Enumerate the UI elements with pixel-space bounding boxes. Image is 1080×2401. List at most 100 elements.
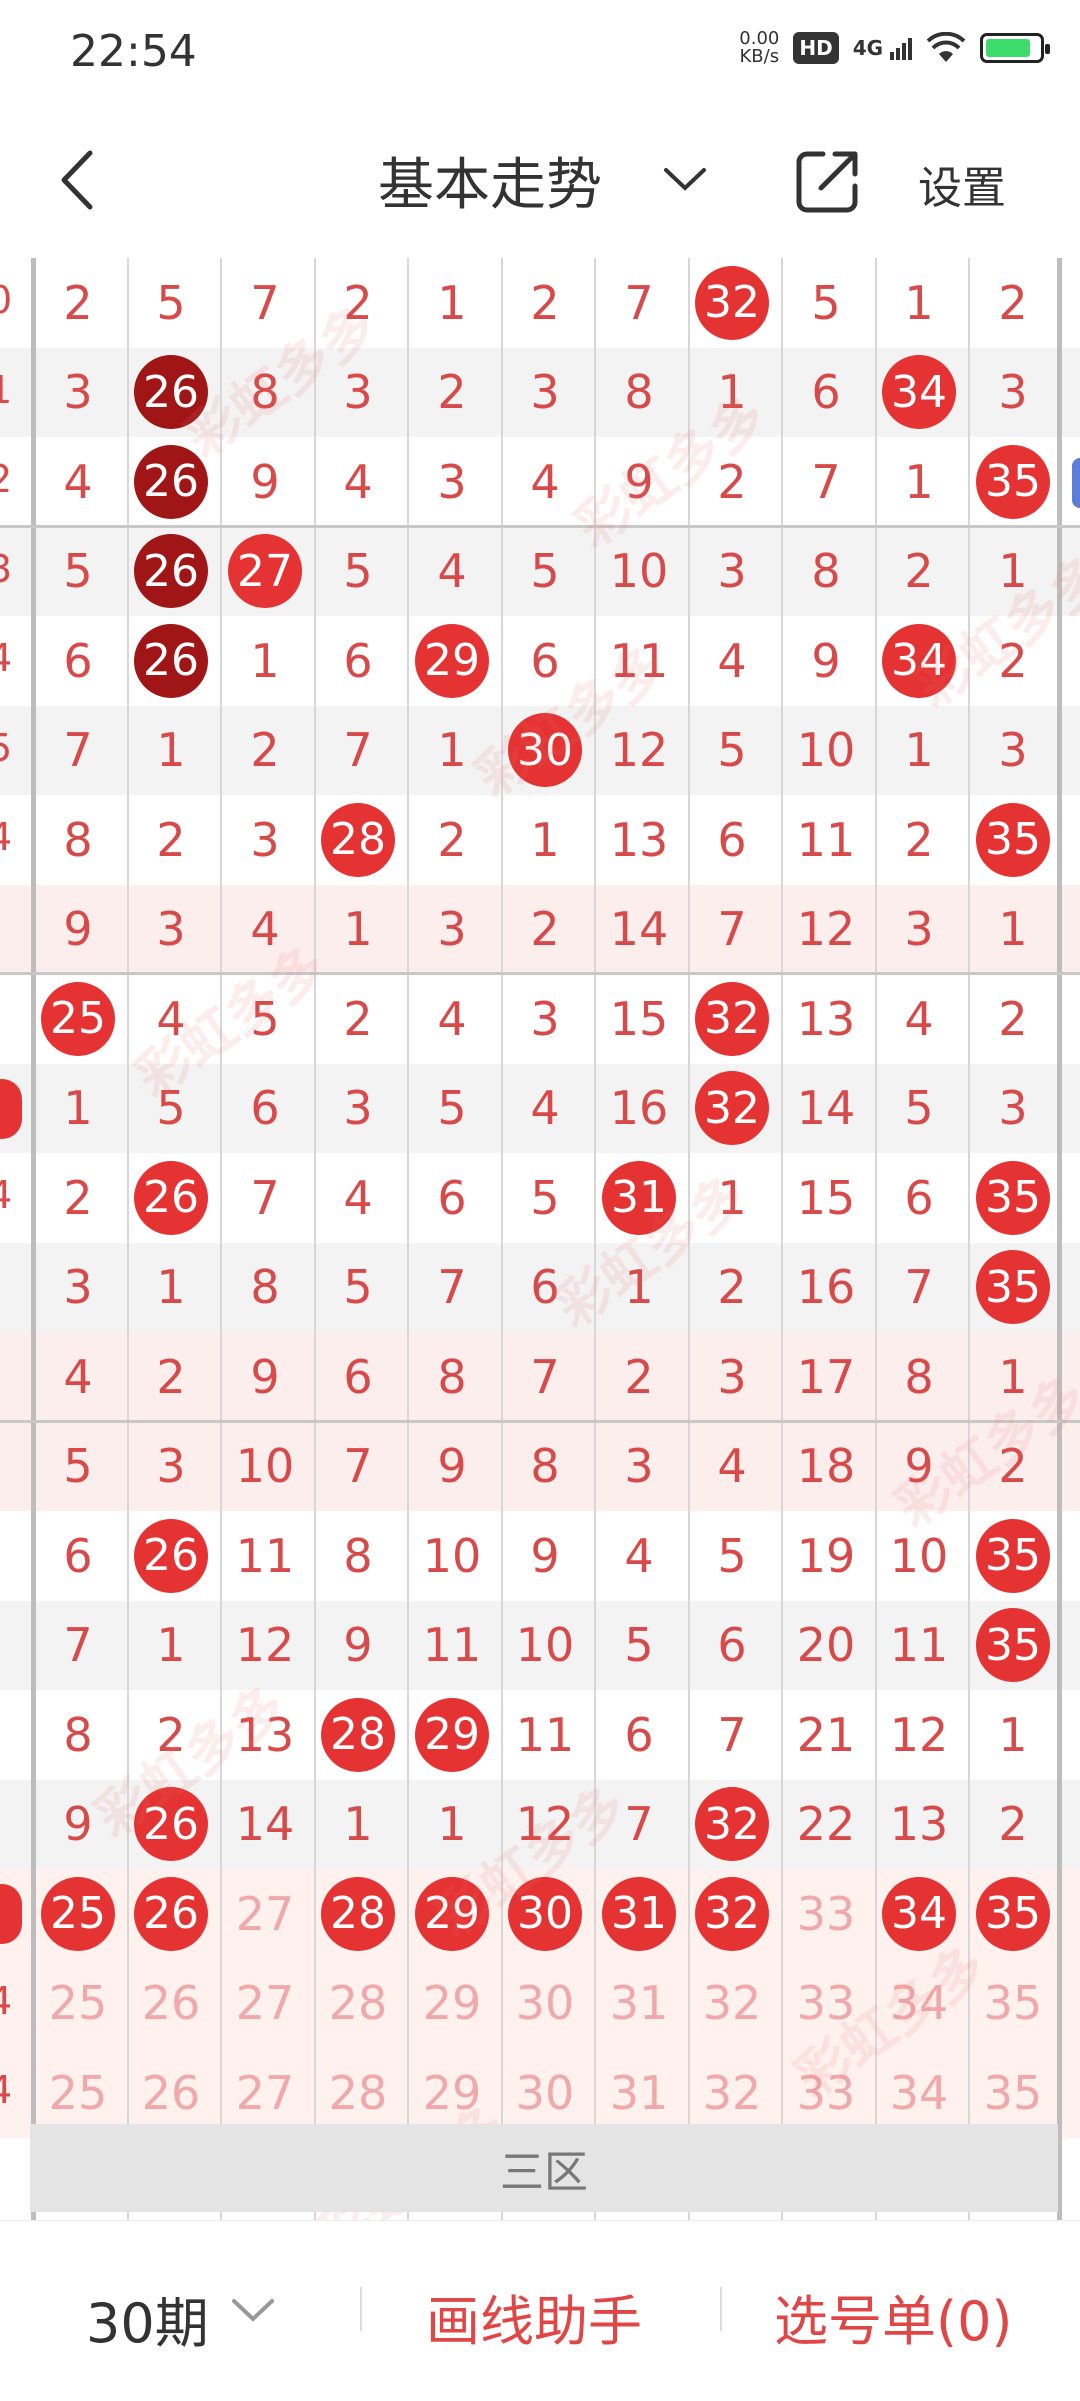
grid-cell[interactable]: 35	[967, 1601, 1059, 1691]
grid-cell[interactable]: 2	[125, 1690, 217, 1780]
grid-cell[interactable]: 35	[967, 1869, 1059, 1959]
grid-cell[interactable]: 8	[873, 1332, 965, 1422]
grid-cell[interactable]: 2	[406, 795, 498, 885]
grid-cell[interactable]: 6	[406, 1153, 498, 1243]
grid-cell[interactable]: 2	[686, 437, 778, 527]
grid-cell[interactable]: 7	[219, 258, 311, 348]
grid-cell[interactable]: 2	[32, 258, 124, 348]
grid-cell[interactable]: 8	[32, 795, 124, 885]
grid-cell[interactable]: 11	[780, 795, 872, 885]
grid-cell[interactable]: 25	[32, 1869, 124, 1959]
grid-cell[interactable]: 4	[686, 616, 778, 706]
grid-cell[interactable]: 4	[406, 527, 498, 617]
grid-cell[interactable]: 7	[32, 1601, 124, 1691]
grid-cell[interactable]: 5	[125, 1064, 217, 1154]
grid-cell[interactable]: 32	[686, 1869, 778, 1959]
grid-cell[interactable]: 3	[686, 527, 778, 617]
grid-cell[interactable]: 28	[312, 1959, 404, 2049]
grid-cell[interactable]: 1	[686, 348, 778, 438]
grid-cell[interactable]: 31	[593, 1959, 685, 2049]
grid-cell[interactable]: 5	[686, 706, 778, 796]
grid-cell[interactable]: 32	[686, 258, 778, 348]
grid-cell[interactable]: 5	[32, 1422, 124, 1512]
grid-cell[interactable]: 1	[873, 258, 965, 348]
grid-cell[interactable]: 30	[499, 1869, 591, 1959]
grid-cell[interactable]: 9	[32, 1780, 124, 1870]
grid-cell[interactable]: 1	[873, 706, 965, 796]
grid-cell[interactable]: 5	[873, 1064, 965, 1154]
grid-cell[interactable]: 25	[32, 1959, 124, 2049]
grid-cell[interactable]: 4	[593, 1511, 685, 1601]
grid-cell[interactable]: 33	[780, 1959, 872, 2049]
grid-cell[interactable]: 27	[219, 527, 311, 617]
grid-cell[interactable]: 12	[219, 1601, 311, 1691]
grid-cell[interactable]: 8	[219, 348, 311, 438]
grid-cell[interactable]: 35	[967, 437, 1059, 527]
grid-cell[interactable]: 2	[967, 616, 1059, 706]
grid-cell[interactable]: 26	[125, 527, 217, 617]
grid-cell[interactable]: 12	[873, 1690, 965, 1780]
grid-cell[interactable]: 2	[499, 258, 591, 348]
grid-cell[interactable]: 14	[593, 885, 685, 975]
grid-cell[interactable]: 6	[780, 348, 872, 438]
grid-cell[interactable]: 7	[312, 706, 404, 796]
grid-cell[interactable]: 6	[312, 1332, 404, 1422]
grid-cell[interactable]: 2	[219, 706, 311, 796]
grid-cell[interactable]: 5	[780, 258, 872, 348]
grid-cell[interactable]: 2	[312, 974, 404, 1064]
grid-cell[interactable]: 35	[967, 1243, 1059, 1333]
grid-cell[interactable]: 16	[593, 1064, 685, 1154]
grid-cell[interactable]: 6	[593, 1690, 685, 1780]
grid-cell[interactable]: 3	[312, 348, 404, 438]
grid-cell[interactable]: 3	[406, 437, 498, 527]
grid-cell[interactable]: 35	[967, 1959, 1059, 2049]
grid-cell[interactable]: 6	[686, 795, 778, 885]
grid-cell[interactable]: 3	[406, 885, 498, 975]
grid-cell[interactable]: 13	[780, 974, 872, 1064]
grid-cell[interactable]: 16	[780, 1243, 872, 1333]
grid-cell[interactable]: 6	[32, 616, 124, 706]
grid-cell[interactable]: 26	[125, 1511, 217, 1601]
grid-cell[interactable]: 7	[686, 1690, 778, 1780]
grid-cell[interactable]: 4	[32, 437, 124, 527]
grid-cell[interactable]: 10	[780, 706, 872, 796]
grid-cell[interactable]: 3	[125, 1422, 217, 1512]
grid-cell[interactable]: 1	[312, 885, 404, 975]
grid-cell[interactable]: 9	[780, 616, 872, 706]
grid-cell[interactable]: 1	[967, 527, 1059, 617]
grid-cell[interactable]: 8	[406, 1332, 498, 1422]
grid-cell[interactable]: 11	[873, 1601, 965, 1691]
grid-cell[interactable]: 29	[406, 1959, 498, 2049]
grid-cell[interactable]: 5	[499, 527, 591, 617]
grid-cell[interactable]: 8	[593, 348, 685, 438]
grid-cell[interactable]: 2	[967, 258, 1059, 348]
grid-cell[interactable]: 9	[219, 1332, 311, 1422]
share-button[interactable]	[793, 146, 863, 216]
grid-cell[interactable]: 3	[312, 1064, 404, 1154]
grid-cell[interactable]: 2	[406, 348, 498, 438]
grid-cell[interactable]: 3	[32, 1243, 124, 1333]
grid-cell[interactable]: 9	[406, 1422, 498, 1512]
grid-cell[interactable]: 25	[32, 974, 124, 1064]
pick-list-button[interactable]: 选号单(0)	[774, 2277, 1013, 2356]
grid-cell[interactable]: 2	[873, 527, 965, 617]
grid-cell[interactable]: 6	[32, 1511, 124, 1601]
grid-cell[interactable]: 32	[686, 974, 778, 1064]
grid-cell[interactable]: 10	[406, 1511, 498, 1601]
grid-cell[interactable]: 30	[499, 1959, 591, 2049]
grid-cell[interactable]: 27	[219, 1959, 311, 2049]
grid-cell[interactable]: 3	[32, 348, 124, 438]
grid-cell[interactable]: 1	[125, 1243, 217, 1333]
grid-cell[interactable]: 4	[499, 1064, 591, 1154]
grid-cell[interactable]: 34	[873, 616, 965, 706]
grid-cell[interactable]: 2	[32, 1153, 124, 1243]
grid-cell[interactable]: 9	[499, 1511, 591, 1601]
grid-cell[interactable]: 5	[312, 527, 404, 617]
grid-cell[interactable]: 7	[312, 1422, 404, 1512]
grid-cell[interactable]: 1	[125, 1601, 217, 1691]
grid-cell[interactable]: 7	[32, 706, 124, 796]
grid-cell[interactable]: 2	[967, 1780, 1059, 1870]
grid-cell[interactable]: 6	[312, 616, 404, 706]
grid-cell[interactable]: 3	[873, 885, 965, 975]
grid-cell[interactable]: 1	[32, 1064, 124, 1154]
